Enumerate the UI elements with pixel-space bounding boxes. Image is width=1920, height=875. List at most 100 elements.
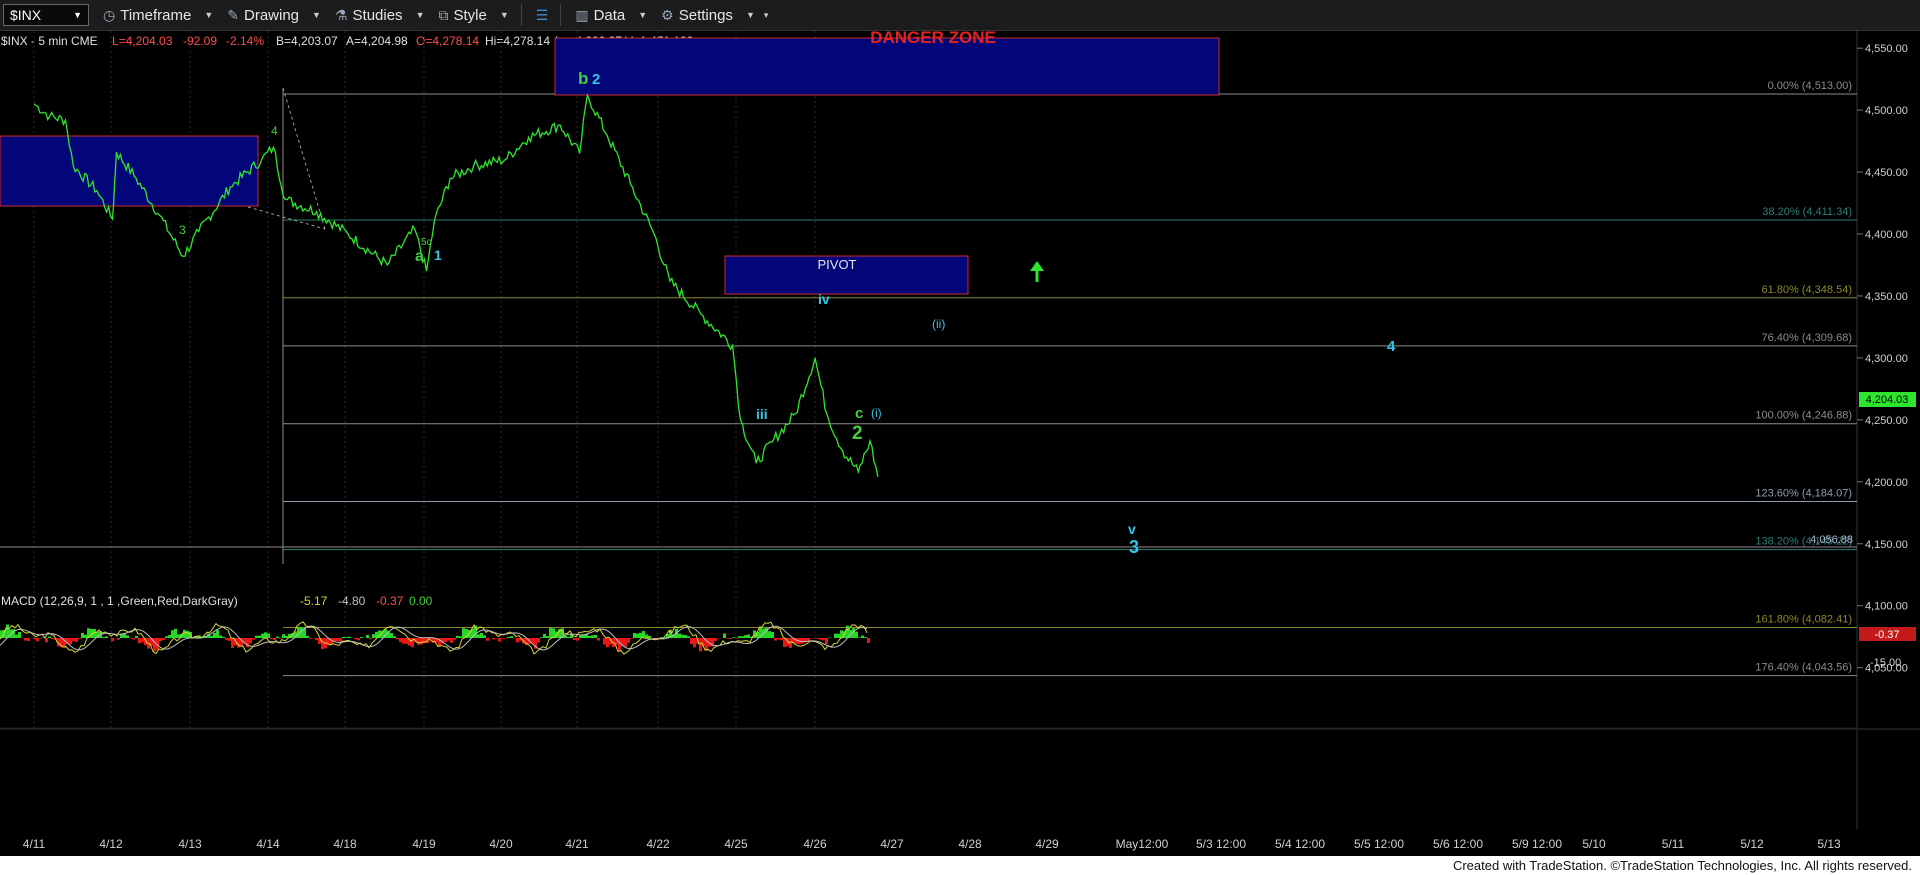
macd-histogram-bar [447, 638, 450, 641]
macd-histogram-bar [165, 636, 168, 638]
time-axis-tick-label: 4/19 [412, 837, 436, 851]
last-price-marker-label: 4,204.03 [1866, 394, 1909, 406]
macd-histogram-bar [24, 638, 27, 641]
macd-histogram-bar [105, 636, 108, 638]
studies-label: Studies [352, 6, 403, 24]
fib-level-label: 76.40% (4,309.68) [1761, 332, 1852, 344]
macd-histogram-bar [321, 638, 324, 650]
macd-histogram-bar [801, 638, 804, 644]
macd-histogram-bar [684, 635, 687, 638]
macd-histogram-bar [516, 638, 519, 643]
time-axis-tick-label: May12:00 [1116, 837, 1169, 851]
chart-title: $INX - 5 min CME [1, 34, 98, 48]
price-axis-tick-label: 4,200.00 [1865, 477, 1908, 489]
pencil-icon: ✎ [227, 6, 239, 23]
macd-histogram-bar [777, 638, 780, 640]
drawing-label: Drawing [244, 6, 300, 24]
macd-histogram-bar [579, 635, 582, 638]
layout-button[interactable]: ☰ [536, 7, 549, 24]
reference-price-label: 4,056.88 [1810, 534, 1853, 546]
macd-histogram-bar [390, 633, 393, 638]
macd-histogram-bar [36, 638, 39, 642]
macd-histogram-bar [627, 638, 630, 643]
time-axis-tick-label: 5/13 [1817, 837, 1841, 851]
chevron-down-icon: ▼ [312, 10, 321, 20]
macd-zero-value: 0.00 [409, 594, 433, 608]
macd-histogram-bar [834, 633, 837, 638]
macd-histogram-bar [624, 638, 627, 647]
macd-histogram-bar [135, 635, 138, 638]
time-axis-tick-label: 4/21 [565, 837, 589, 851]
timeframe-menu[interactable]: ◷ Timeframe ▼ [103, 7, 213, 24]
price-chart[interactable]: $INX - 5 min CME L=4,204.03 -92.09 -2.14… [0, 31, 1920, 856]
fib-level-label: 38.20% (4,411.34) [1762, 206, 1852, 218]
macd-histogram-bar [117, 638, 120, 640]
macd-histogram-bar [741, 636, 744, 638]
style-menu[interactable]: ⧉ Style ▼ [438, 7, 508, 24]
macd-histogram-bar [309, 638, 312, 639]
macd-histogram-bar [588, 635, 591, 638]
studies-menu[interactable]: ⚗ Studies ▼ [335, 7, 425, 24]
macd-histogram-bar [567, 636, 570, 638]
macd-histogram-bar [690, 638, 693, 645]
macd-histogram-bar [186, 630, 189, 638]
macd-histogram-bar [861, 635, 864, 638]
macd-histogram-bar [153, 638, 156, 652]
macd-histogram-bar [48, 636, 51, 638]
macd-histogram-bar [771, 632, 774, 638]
macd-histogram-bar [693, 638, 696, 648]
price-axis-tick-label: 4,250.00 [1865, 415, 1908, 427]
time-axis-tick-label: 4/22 [646, 837, 670, 851]
macd-histogram-bar [501, 638, 504, 639]
wave-label-3: 3 [1129, 537, 1139, 557]
support-zone-box[interactable] [0, 135, 259, 207]
macd-histogram-bar [864, 637, 867, 638]
macd-histogram-bar [138, 638, 141, 644]
macd-title: MACD (12,26,9, 1 , 1 ,Green,Red,DarkGray… [1, 594, 238, 608]
settings-menu[interactable]: ⚙ Settings ▼ ▾ [661, 7, 768, 24]
price-change: -92.09 [183, 34, 217, 48]
macd-histogram-bar [867, 638, 870, 643]
symbol-selector[interactable]: $INX ▼ [3, 4, 89, 26]
macd-histogram-bar [453, 638, 456, 640]
macd-histogram-bar [15, 634, 18, 638]
open-price: O=4,278.14 [416, 34, 479, 48]
macd-histogram-bar [72, 638, 75, 642]
time-axis-tick-label: 4/20 [489, 837, 513, 851]
fib-level-label: 161.80% (4,082.41) [1755, 614, 1852, 626]
wave-label-c: c [855, 405, 863, 422]
data-menu[interactable]: ▥ Data ▼ [575, 7, 647, 24]
macd-histogram-bar [462, 628, 465, 638]
macd-histogram-bar [681, 634, 684, 638]
macd-histogram-bar [822, 638, 825, 641]
fib-level-label: 0.00% (4,513.00) [1768, 80, 1852, 92]
flask-icon: ⚗ [334, 6, 348, 23]
macd-signal-value: -4.80 [338, 594, 366, 608]
data-label: Data [593, 6, 626, 24]
macd-histogram-bar [27, 638, 30, 641]
symbol-text: $INX [10, 7, 42, 23]
chevron-down-icon: ▾ [763, 9, 769, 20]
macd-histogram-bar [858, 637, 861, 638]
macd-histogram-bar [549, 628, 552, 638]
macd-histogram-bar [483, 635, 486, 638]
macd-histogram-bar [492, 638, 495, 640]
macd-histogram-bar [18, 631, 21, 638]
macd-histogram-bar [69, 638, 72, 645]
drawing-menu[interactable]: ✎ Drawing ▼ [227, 7, 321, 24]
macd-histogram-bar [354, 638, 357, 640]
macd-histogram-bar [132, 638, 135, 640]
bar-chart-icon: ▥ [575, 6, 589, 23]
macd-histogram-bar [267, 633, 270, 638]
price-axis-tick-label: 4,550.00 [1865, 43, 1908, 55]
macd-histogram-bar [285, 635, 288, 638]
macd-histogram-bar [744, 635, 747, 638]
macd-axis-marker-label: -0.37 [1874, 629, 1899, 641]
macd-histogram-bar [780, 638, 783, 641]
macd-histogram-bar [564, 635, 567, 638]
macd-histogram-bar [648, 635, 651, 638]
chevron-down-icon: ▼ [745, 10, 755, 20]
ask-price: A=4,204.98 [346, 34, 408, 48]
macd-histogram-bar [372, 634, 375, 638]
settings-label: Settings [678, 6, 733, 24]
